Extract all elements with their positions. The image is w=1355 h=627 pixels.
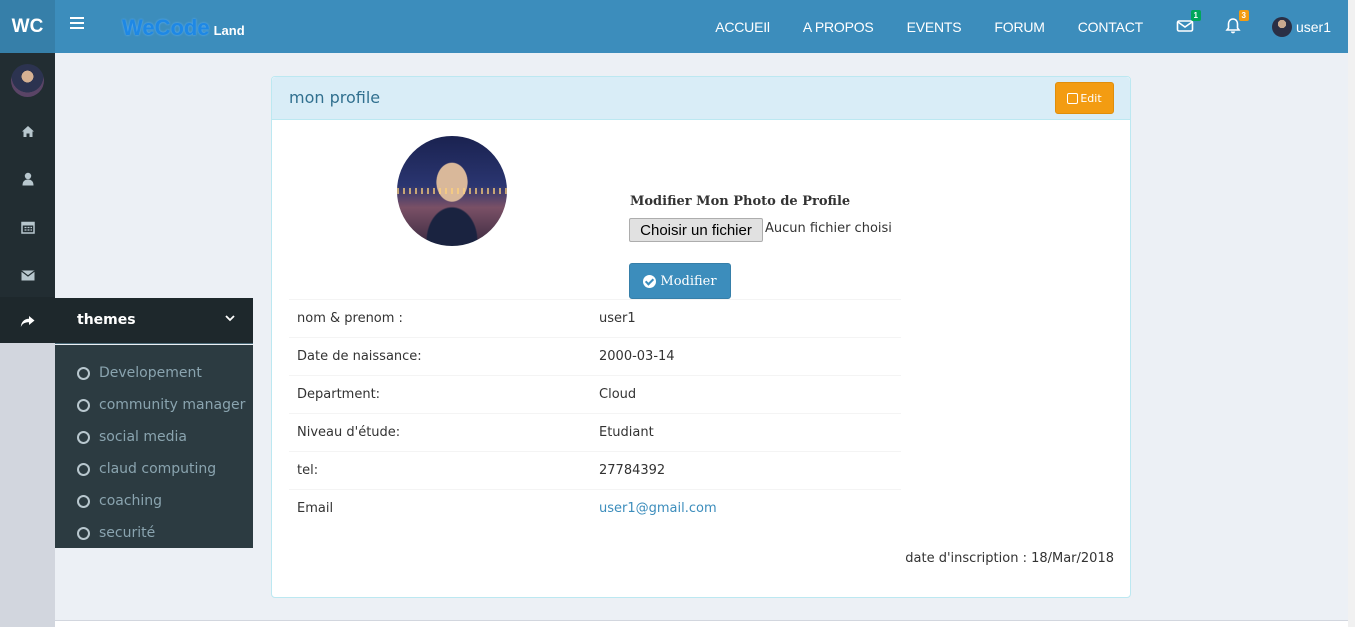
notifications-badge: 3 <box>1238 9 1249 21</box>
themes-item-label: claud computing <box>99 461 217 477</box>
field-value: 2000-03-14 <box>599 349 675 364</box>
circle-icon <box>77 526 90 540</box>
main-nav: ACCUEIl A PROPOS EVENTS FORUM CONTACT 1 … <box>715 0 1348 53</box>
sidebar-item-events[interactable] <box>0 203 55 251</box>
profile-info-table: nom & prenom : user1 Date de naissance: … <box>289 299 901 527</box>
field-label: tel: <box>297 463 319 478</box>
sidebar-item-themes[interactable] <box>0 297 55 345</box>
nav-link-apropos[interactable]: A PROPOS <box>803 19 874 35</box>
signup-date: date d'inscription : 18/Mar/2018 <box>905 551 1114 566</box>
modify-photo-button[interactable]: Modifier <box>629 263 731 299</box>
sidebar-bottom <box>0 343 55 627</box>
field-label: Department: <box>297 387 381 402</box>
themes-menu-list: Developement community manager social me… <box>55 345 253 548</box>
circle-icon <box>77 462 90 476</box>
user-avatar <box>1271 16 1292 37</box>
sidebar <box>0 53 55 345</box>
choose-file-button[interactable]: Choisir un fichier <box>629 218 763 242</box>
themes-item-label: social media <box>99 429 187 445</box>
nav-link-forum[interactable]: FORUM <box>994 19 1045 35</box>
field-value: Cloud <box>599 387 637 402</box>
circle-icon <box>77 398 90 412</box>
circle-icon <box>77 430 90 444</box>
logo-sub-text: Land <box>213 23 245 38</box>
edit-button[interactable]: Edit <box>1055 82 1114 114</box>
themes-item-securite[interactable]: securité <box>55 517 253 549</box>
themes-item-developement[interactable]: Developement <box>55 357 253 389</box>
field-value: user1 <box>599 311 636 326</box>
envelope-icon <box>20 270 35 280</box>
themes-item-community-manager[interactable]: community manager <box>55 389 253 421</box>
upload-photo-label: Modifier Mon Photo de Profile <box>630 194 851 209</box>
nav-link-events[interactable]: EVENTS <box>907 19 962 35</box>
profile-panel: mon profile Edit Modifier Mon Photo de P… <box>271 76 1131 598</box>
share-icon <box>20 315 35 327</box>
circle-icon <box>77 366 90 380</box>
themes-item-claud-computing[interactable]: claud computing <box>55 453 253 485</box>
field-value: 27784392 <box>599 463 666 478</box>
top-navbar: WC WeCode Land ACCUEIl A PROPOS EVENTS F… <box>0 0 1348 53</box>
user-menu[interactable]: user1 <box>1271 16 1331 37</box>
email-link[interactable]: user1@gmail.com <box>599 501 717 516</box>
themes-item-label: Developement <box>99 365 202 381</box>
logo-main-text: WeCode <box>122 15 210 40</box>
edit-icon <box>1067 92 1079 104</box>
field-label: Niveau d'étude: <box>297 425 401 440</box>
nav-link-accueil[interactable]: ACCUEIl <box>715 19 770 35</box>
brand-logo-mini[interactable]: WC <box>0 0 55 53</box>
user-icon <box>22 172 33 186</box>
themes-menu-title: themes <box>77 312 136 328</box>
themes-item-social-media[interactable]: social media <box>55 421 253 453</box>
page-scrollbar[interactable] <box>1348 0 1355 627</box>
themes-menu-header[interactable]: themes <box>55 298 253 344</box>
themes-item-coaching[interactable]: coaching <box>55 485 253 517</box>
table-row: Email user1@gmail.com <box>289 489 901 527</box>
table-row: Department: Cloud <box>289 375 901 413</box>
brand-logo[interactable]: WeCode Land <box>122 14 245 42</box>
user-name: user1 <box>1295 18 1331 35</box>
home-icon <box>21 125 34 137</box>
messages-button[interactable]: 1 <box>1176 9 1201 37</box>
sidebar-item-home[interactable] <box>0 107 55 155</box>
footer-divider <box>55 620 1348 627</box>
field-label: Date de naissance: <box>297 349 422 364</box>
sidebar-item-profile[interactable] <box>0 155 55 203</box>
sidebar-avatar[interactable] <box>11 64 44 97</box>
sidebar-item-messages[interactable] <box>0 251 55 299</box>
file-status-text: Aucun fichier choisi <box>765 221 892 236</box>
table-row: Niveau d'étude: Etudiant <box>289 413 901 451</box>
circle-icon <box>77 494 90 508</box>
notifications-button[interactable]: 3 <box>1224 9 1249 37</box>
messages-badge: 1 <box>1190 9 1201 21</box>
page-title: mon profile <box>289 88 381 107</box>
themes-item-label: securité <box>99 525 156 541</box>
field-value: Etudiant <box>599 425 654 440</box>
profile-panel-header: mon profile Edit <box>272 77 1130 120</box>
menu-toggle-icon[interactable] <box>70 17 84 31</box>
calendar-icon <box>20 221 35 234</box>
table-row: nom & prenom : user1 <box>289 299 901 337</box>
table-row: tel: 27784392 <box>289 451 901 489</box>
nav-link-contact[interactable]: CONTACT <box>1078 19 1143 35</box>
themes-item-label: coaching <box>99 493 163 509</box>
check-circle-icon <box>643 274 657 288</box>
edit-button-label: Edit <box>1080 91 1102 105</box>
themes-item-label: community manager <box>99 397 246 413</box>
field-label: nom & prenom : <box>297 311 403 326</box>
modify-button-label: Modifier <box>660 273 717 289</box>
field-label: Email <box>297 501 334 516</box>
table-row: Date de naissance: 2000-03-14 <box>289 337 901 375</box>
chevron-down-icon <box>225 315 235 322</box>
profile-photo <box>397 136 507 246</box>
